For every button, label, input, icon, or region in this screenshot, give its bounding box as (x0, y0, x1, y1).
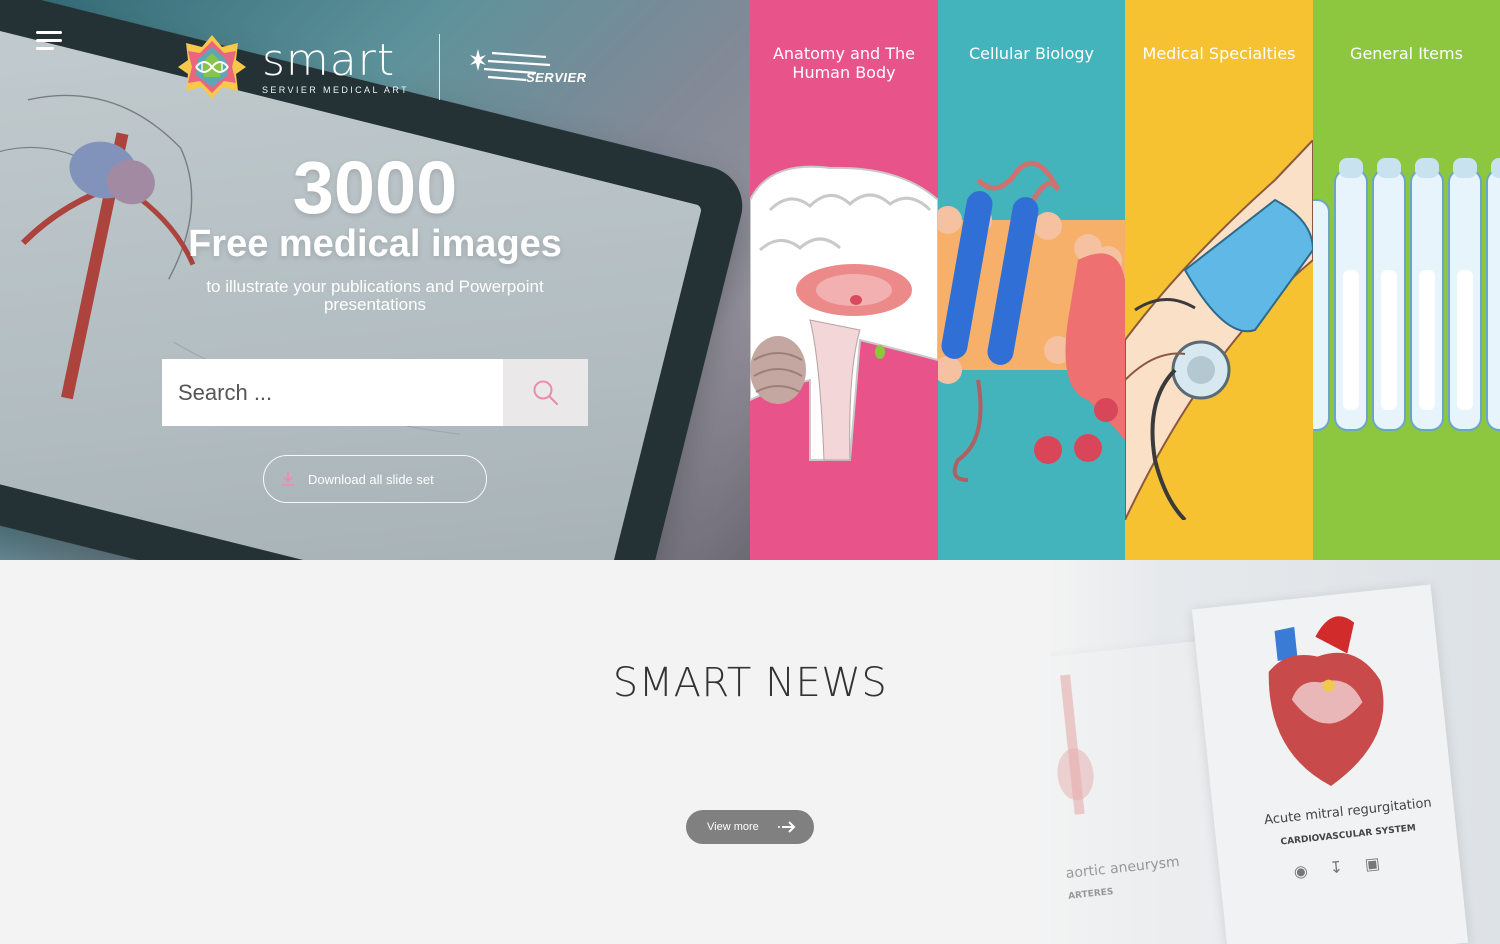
logo-tagline: SERVIER MEDICAL ART (262, 85, 409, 95)
search-button[interactable] (503, 359, 588, 426)
search-input[interactable] (162, 359, 503, 426)
category-label: Cellular Biology (968, 44, 1095, 63)
news-background-photo: aortic aneurysm ARTERES Acute mitral reg… (1050, 560, 1500, 944)
blood-pressure-illustration (1125, 140, 1313, 520)
news-section: aortic aneurysm ARTERES Acute mitral reg… (0, 560, 1500, 944)
download-icon (282, 472, 294, 486)
smart-logo-icon (178, 35, 246, 99)
download-label: Download all slide set (308, 471, 434, 487)
news-card-category: CARDIOVASCULAR SYSTEM (1280, 823, 1417, 848)
hero-section: smart SERVIER MEDICAL ART SERVIER 3000 F… (0, 0, 750, 560)
view-more-button[interactable]: View more (686, 810, 814, 844)
view-more-label: View more (707, 821, 759, 833)
calendar-icon: ▣ (1364, 855, 1381, 874)
news-card-actions: ◉ ↧ ▣ (1293, 853, 1381, 882)
category-label: Anatomy and The Human Body (772, 44, 916, 82)
hamburger-menu-icon[interactable] (36, 31, 62, 51)
news-card-image: Acute mitral regurgitation CARDIOVASCULA… (1191, 584, 1469, 944)
arrow-right-icon (778, 821, 796, 833)
category-label: Medical Specialties (1142, 44, 1296, 63)
category-label: General Items (1350, 44, 1463, 63)
cell-membrane-illustration (938, 160, 1125, 482)
brain-illustration (750, 165, 938, 461)
search-bar (162, 359, 588, 426)
category-anatomy[interactable]: Anatomy and The Human Body (750, 0, 938, 560)
hero-title: Free medical images (188, 223, 562, 265)
search-icon (533, 380, 558, 405)
news-card-category: ARTERES (1067, 887, 1114, 902)
eye-icon: ◉ (1293, 862, 1309, 882)
site-logo[interactable]: smart SERVIER MEDICAL ART SERVIER (178, 32, 587, 102)
download-icon: ↧ (1328, 859, 1344, 878)
logo-wordmark: smart (262, 35, 396, 86)
news-card-caption: aortic aneurysm (1065, 854, 1181, 882)
servier-logo: SERVIER (466, 43, 587, 91)
image-count: 3000 (292, 146, 458, 229)
category-general-items[interactable]: General Items (1313, 0, 1500, 560)
servier-wordmark: SERVIER (525, 69, 587, 85)
hero-subtitle: to illustrate your publications and Powe… (206, 277, 544, 314)
category-medical-specialties[interactable]: Medical Specialties (1125, 0, 1313, 560)
news-title: SMART NEWS (612, 660, 888, 706)
download-slide-set-button[interactable]: Download all slide set (263, 455, 487, 503)
logo-divider (438, 34, 440, 100)
vials-illustration (1313, 158, 1500, 431)
category-cellular-biology[interactable]: Cellular Biology (938, 0, 1125, 560)
